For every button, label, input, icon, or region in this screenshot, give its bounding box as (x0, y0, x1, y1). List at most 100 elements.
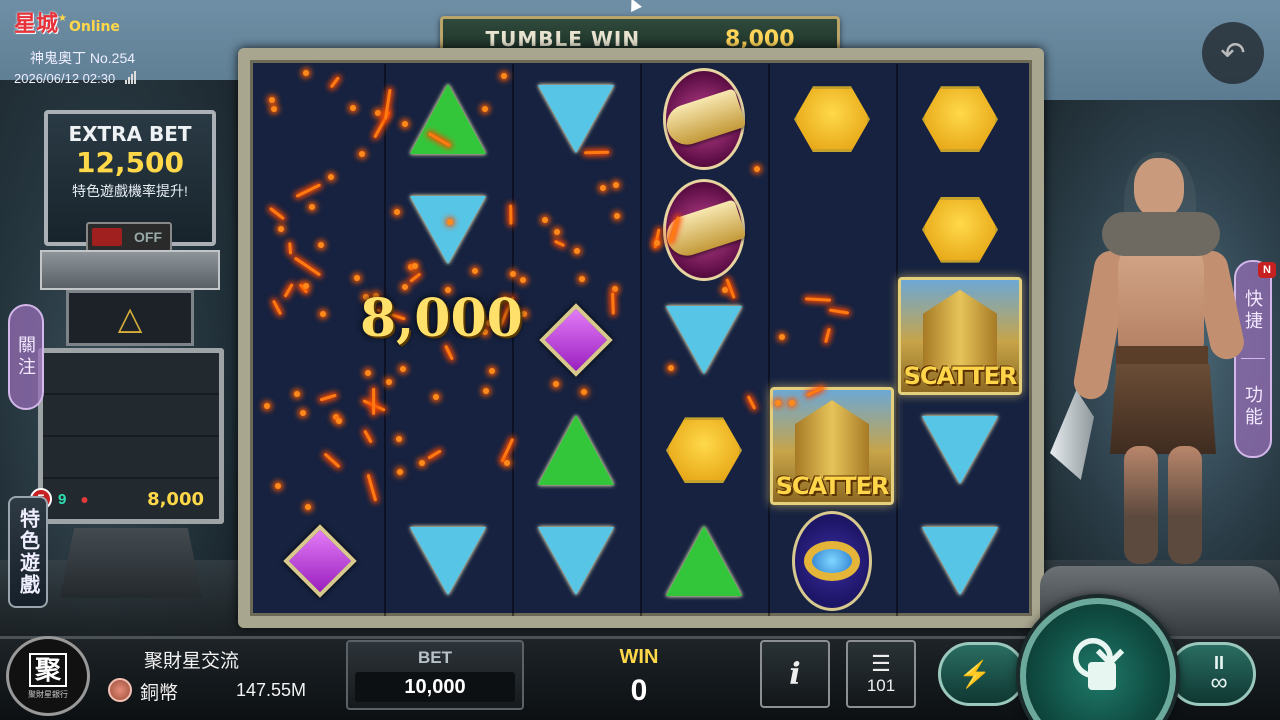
gem-purple-icon (539, 303, 613, 377)
free-game-value: 8,000 (147, 488, 204, 510)
reel-cell (512, 395, 640, 505)
spark-effect (599, 184, 606, 191)
tri-green-symbol (664, 521, 744, 601)
spark-effect (541, 216, 548, 223)
info-button[interactable]: i (760, 640, 830, 708)
spark-effect (779, 333, 785, 340)
stop-icon (1088, 662, 1116, 690)
auto-spin-button[interactable]: II ∞ (1168, 642, 1256, 706)
game-name: 神鬼奧丁 No.254 (30, 50, 136, 66)
tri-blue-icon (922, 526, 998, 595)
spark-effect (520, 276, 527, 283)
reel-cell (768, 506, 896, 616)
win-label: WIN (619, 646, 659, 668)
stone-pillar-decoration (40, 250, 220, 290)
tri-blue-icon (666, 305, 742, 374)
spark-effect (308, 203, 315, 210)
helmet-plinth-decoration (60, 528, 202, 598)
tri-blue-symbol (536, 521, 616, 601)
scatter-symbol: SCATTER (770, 387, 894, 506)
history-count: 101 (866, 676, 896, 695)
extra-bet-toggle[interactable]: OFF (86, 222, 172, 252)
special-game-tab[interactable]: 特色遊戲 (8, 496, 48, 608)
red-gem-icon: ● (80, 491, 89, 507)
reel-cell (896, 174, 1024, 284)
tri-blue-symbol (536, 79, 616, 159)
ring-icon (792, 510, 872, 611)
tri-green-symbol (408, 79, 488, 159)
history-icon: ☰ (871, 651, 891, 676)
spark-effect (573, 248, 580, 255)
bet-selector[interactable]: BET 10,000 (346, 640, 524, 710)
new-badge: N (1258, 262, 1276, 278)
tri-green-icon (538, 415, 614, 486)
temple-door-icon (795, 400, 869, 481)
hex-gold-icon (922, 86, 998, 153)
datetime: 2026/06/12 02:30 (14, 71, 137, 87)
spark-effect (287, 242, 292, 256)
tri-blue-symbol (664, 300, 744, 380)
warrior-leg-left (1124, 446, 1158, 564)
warrior-head (1134, 158, 1184, 218)
spark-effect (552, 380, 559, 387)
spark-effect (304, 503, 311, 510)
back-button[interactable]: ↶ (1202, 22, 1264, 84)
reel-cell (768, 285, 896, 395)
spark-effect (653, 240, 660, 247)
spark-effect (317, 241, 324, 248)
odin-warrior-character (1050, 150, 1250, 580)
spark-effect (583, 150, 609, 154)
gem-purple-icon (283, 523, 357, 598)
spark-effect (371, 388, 375, 416)
reel-cell (384, 174, 512, 284)
agent-logo[interactable]: 聚 聚財星銀行 (6, 636, 90, 716)
spark-effect (374, 109, 381, 116)
horn-icon (661, 68, 747, 171)
spark-effect (402, 120, 409, 127)
reel-cell (768, 64, 896, 174)
hex-gold-symbol (920, 190, 1000, 270)
spark-effect (613, 181, 620, 188)
spark-effect (482, 387, 489, 394)
reel-cell (640, 506, 768, 616)
reel-cell (256, 174, 384, 284)
warrior-leg-right (1168, 446, 1202, 564)
reel-cell (512, 174, 640, 284)
free-game-status: 5 9 ● 8,000 (30, 486, 210, 512)
star-icon: ★ (58, 13, 67, 24)
hex-gold-icon (922, 196, 998, 263)
reel-cell (512, 285, 640, 395)
spark-effect (553, 229, 560, 236)
tri-blue-symbol (408, 521, 488, 601)
spark-effect (274, 483, 281, 490)
infinity-icon: ∞ (1210, 669, 1228, 696)
spark-effect (264, 402, 271, 409)
spark-effect (503, 459, 510, 466)
win-value: 0 (630, 674, 648, 707)
player-name: 聚財星交流 (144, 651, 240, 672)
spark-effect (268, 96, 275, 103)
reel-cell (384, 64, 512, 174)
extra-bet-title: EXTRA BET (68, 122, 192, 146)
scatter-label: SCATTER (775, 472, 890, 501)
history-button[interactable]: ☰ 101 (846, 640, 916, 708)
extra-bet-value: 12,500 (75, 146, 185, 179)
coin-label: 銅幣 (140, 683, 179, 704)
agent-logo-glyph: 聚 (28, 652, 67, 687)
reel-cell (640, 395, 768, 505)
free-game-count: 9 (58, 490, 67, 508)
extra-bet-toggle-label: OFF (134, 229, 162, 245)
spark-effect (396, 435, 403, 442)
turbo-button[interactable]: ⚡ (938, 642, 1026, 706)
tri-green-icon (666, 525, 742, 596)
spark-effect (612, 285, 619, 292)
valknut-rune-icon: △ (66, 290, 194, 346)
tri-blue-icon (410, 526, 486, 595)
tri-blue-icon (410, 195, 486, 264)
tri-blue-icon (538, 526, 614, 595)
spark-effect (488, 368, 495, 375)
follow-tab[interactable]: 關注 (8, 304, 44, 410)
extra-bet-description: 特色遊戲機率提升! (72, 183, 188, 199)
spark-effect (336, 417, 342, 424)
ring-symbol (792, 510, 872, 611)
